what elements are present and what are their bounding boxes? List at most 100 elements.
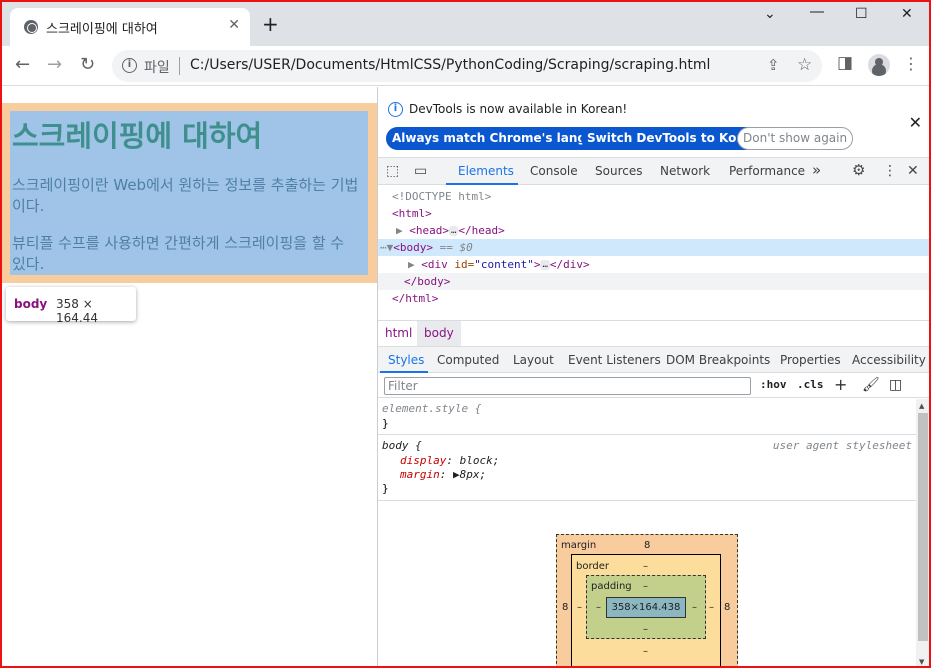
dom-body-close[interactable]: </body> bbox=[378, 273, 929, 290]
dom-html-open[interactable]: <html> bbox=[378, 205, 929, 222]
page-paragraph-1: 스크레이핑이란 Web에서 원하는 정보를 추출하는 기법이다. bbox=[12, 176, 359, 215]
ellipsis-icon[interactable]: … bbox=[449, 226, 459, 236]
breadcrumb-body[interactable]: body bbox=[417, 321, 461, 346]
tab-styles[interactable]: Styles bbox=[388, 353, 424, 367]
page-viewport: 스크레이핑에 대하여 스크레이핑이란 Web에서 원하는 정보를 추출하는 기법… bbox=[2, 87, 377, 666]
margin-top-value[interactable]: 8 bbox=[644, 540, 650, 551]
tab-sources[interactable]: Sources bbox=[595, 164, 642, 178]
tab-computed[interactable]: Computed bbox=[437, 353, 499, 367]
expand-arrow-icon[interactable]: ▶ bbox=[453, 468, 460, 481]
new-style-rule-icon[interactable]: + bbox=[834, 375, 847, 394]
tab-properties[interactable]: Properties bbox=[780, 353, 841, 367]
tab-event-listeners[interactable]: Event Listeners bbox=[568, 353, 661, 367]
tab-network[interactable]: Network bbox=[660, 164, 710, 178]
dom-doctype[interactable]: <!DOCTYPE html> bbox=[378, 188, 929, 205]
address-bar[interactable]: i 파일 C:/Users/USER/Documents/HtmlCSS/Pyt… bbox=[112, 50, 822, 82]
div-open-tag: <div bbox=[421, 258, 455, 271]
tab-performance[interactable]: Performance bbox=[729, 164, 805, 178]
tab-console[interactable]: Console bbox=[530, 164, 578, 178]
dom-body-selected[interactable]: ⋯▼<body> == $0 bbox=[378, 239, 929, 256]
devtools-panel: i DevTools is now available in Korean! A… bbox=[377, 87, 929, 666]
devtools-close-icon[interactable]: ✕ bbox=[907, 163, 919, 179]
banner-close-icon[interactable]: ✕ bbox=[909, 113, 922, 132]
bookmark-star-icon[interactable]: ☆ bbox=[797, 55, 812, 75]
div-open-tag-end: > bbox=[533, 258, 541, 271]
back-button[interactable]: ← bbox=[15, 54, 30, 75]
padding-right-value[interactable]: – bbox=[692, 602, 697, 613]
element-style-selector[interactable]: element.style { bbox=[382, 402, 481, 415]
display-prop: display bbox=[400, 454, 447, 467]
page-heading: 스크레이핑에 대하여 bbox=[12, 119, 263, 153]
tab-close-icon[interactable]: ✕ bbox=[228, 17, 240, 33]
device-toolbar-icon[interactable]: ▭ bbox=[414, 163, 427, 179]
styles-divider bbox=[378, 500, 916, 501]
dont-show-again-button[interactable]: Don't show again bbox=[737, 127, 854, 150]
scroll-up-arrow-icon[interactable]: ▲ bbox=[919, 402, 924, 410]
tab-search-dropdown-icon[interactable]: ⌄ bbox=[764, 6, 776, 22]
forward-button[interactable]: → bbox=[47, 54, 62, 75]
styles-scrollbar[interactable]: ▲ ▼ bbox=[916, 399, 929, 666]
margin-right-value[interactable]: 8 bbox=[724, 602, 730, 613]
ellipsis-icon[interactable]: … bbox=[540, 260, 550, 270]
minimize-button[interactable]: ― bbox=[810, 4, 824, 20]
maximize-button[interactable]: ☐ bbox=[855, 6, 868, 22]
browser-tab[interactable]: 스크레이핑에 대하여 ✕ bbox=[10, 8, 250, 46]
url-text[interactable]: C:/Users/USER/Documents/HtmlCSS/PythonCo… bbox=[190, 57, 710, 73]
dom-head[interactable]: ▶ <head>… </head> bbox=[378, 222, 929, 239]
toggle-sidebar-icon[interactable]: ◫ bbox=[889, 377, 902, 393]
devtools-tabs: ⬚ ▭ Elements Console Sources Network Per… bbox=[378, 157, 929, 185]
inspect-tooltip: body 358 × 164.44 bbox=[6, 287, 136, 325]
window-close-button[interactable]: ✕ bbox=[901, 6, 913, 22]
dollar-zero-marker: == $0 bbox=[439, 241, 473, 254]
dom-html-close[interactable]: </html> bbox=[378, 290, 929, 307]
class-toggle[interactable]: .cls bbox=[797, 378, 824, 391]
reload-button[interactable]: ↻ bbox=[80, 54, 95, 75]
padding-top-value[interactable]: – bbox=[643, 581, 648, 592]
profile-avatar[interactable] bbox=[868, 54, 890, 76]
expand-arrow-icon[interactable]: ▶ bbox=[408, 258, 415, 271]
hover-state-toggle[interactable]: :hov bbox=[760, 378, 787, 391]
styles-subtabs: Styles Computed Layout Event Listeners D… bbox=[378, 346, 929, 373]
border-right-value[interactable]: – bbox=[709, 602, 714, 613]
dom-div-content[interactable]: ▶ <div id="content">… </div> bbox=[378, 256, 929, 273]
body-rule-selector[interactable]: body { bbox=[382, 439, 422, 452]
more-actions-icon[interactable]: ⋯ bbox=[380, 241, 387, 254]
site-info-icon[interactable]: i bbox=[122, 58, 137, 73]
inspect-element-icon[interactable]: ⬚ bbox=[386, 163, 399, 179]
active-tab-indicator bbox=[446, 183, 518, 185]
expand-arrow-icon[interactable]: ▶ bbox=[396, 224, 403, 237]
border-top-value[interactable]: – bbox=[643, 561, 648, 572]
tab-accessibility[interactable]: Accessibility bbox=[852, 353, 926, 367]
head-open-tag: <head> bbox=[409, 224, 449, 237]
styles-filter-input[interactable]: Filter bbox=[384, 377, 751, 395]
tab-elements[interactable]: Elements bbox=[458, 164, 514, 178]
tab-layout[interactable]: Layout bbox=[513, 353, 554, 367]
info-icon: i bbox=[388, 102, 403, 117]
new-tab-button[interactable]: + bbox=[262, 14, 279, 34]
border-left-value[interactable]: – bbox=[577, 602, 582, 613]
scroll-thumb[interactable] bbox=[918, 413, 928, 641]
html-open-tag: <html> bbox=[392, 207, 432, 220]
margin-left-value[interactable]: 8 bbox=[562, 602, 568, 613]
dom-tree: <!DOCTYPE html> <html> ▶ <head>… </head> … bbox=[378, 186, 929, 319]
settings-gear-icon[interactable]: ⚙ bbox=[852, 161, 865, 179]
chrome-menu-icon[interactable]: ⋮ bbox=[903, 54, 919, 73]
share-icon[interactable]: ⇪ bbox=[767, 56, 780, 74]
tooltip-tag: body bbox=[14, 297, 48, 311]
scroll-down-arrow-icon[interactable]: ▼ bbox=[919, 658, 924, 666]
box-model-content[interactable]: 358×164.438 bbox=[606, 597, 686, 618]
more-tabs-icon[interactable]: » bbox=[812, 161, 821, 179]
styles-filter-bar: Filter :hov .cls + 🖌 ◫ bbox=[378, 374, 929, 398]
breadcrumb-html[interactable]: html bbox=[378, 321, 419, 346]
margin-declaration[interactable]: margin: ▶8px; bbox=[400, 468, 486, 481]
padding-bottom-value[interactable]: – bbox=[643, 624, 648, 635]
side-panel-icon[interactable]: ◨ bbox=[837, 53, 853, 73]
devtools-menu-icon[interactable]: ⋮ bbox=[883, 163, 897, 179]
border-bottom-value[interactable]: – bbox=[643, 646, 648, 657]
padding-left-value[interactable]: – bbox=[596, 602, 601, 613]
display-declaration[interactable]: display: block; bbox=[400, 454, 499, 467]
tab-dom-breakpoints[interactable]: DOM Breakpoints bbox=[666, 353, 770, 367]
border-label: border bbox=[576, 561, 610, 572]
language-banner: i DevTools is now available in Korean! A… bbox=[378, 87, 929, 157]
paint-brush-icon[interactable]: 🖌 bbox=[862, 377, 880, 393]
